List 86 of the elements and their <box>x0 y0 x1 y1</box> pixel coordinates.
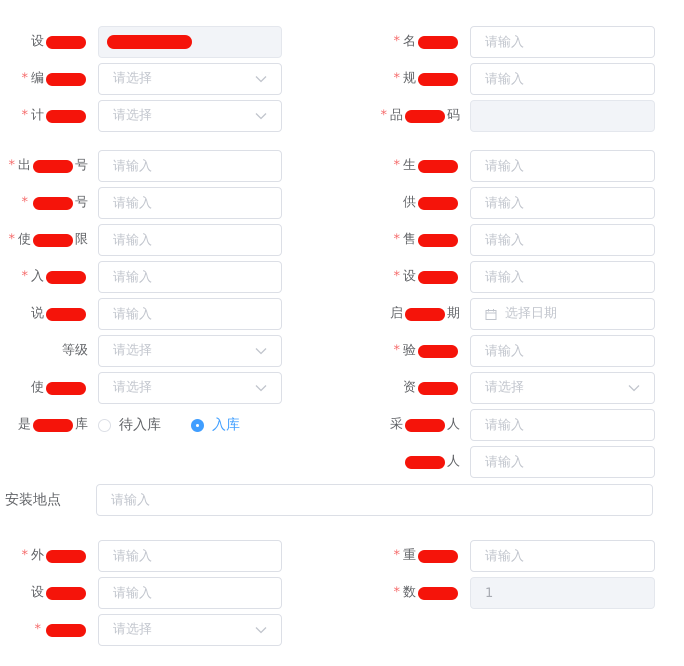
field-label: 外 <box>31 547 44 566</box>
calendar-icon <box>485 308 497 320</box>
required-asterisk: * <box>34 621 41 640</box>
field-label: 品 <box>390 107 403 126</box>
select-field[interactable]: 请选择 <box>98 335 282 367</box>
required-asterisk: * <box>22 547 28 566</box>
input-field[interactable]: 请输入 <box>98 577 282 609</box>
input-field[interactable]: 请输入 <box>470 26 655 58</box>
field-label: 资 <box>403 379 416 398</box>
field-label: 供 <box>403 194 416 212</box>
field-label: 是 <box>18 416 31 434</box>
required-asterisk: * <box>22 268 28 286</box>
input-field[interactable]: 请输入 <box>98 261 282 293</box>
required-asterisk: * <box>22 194 28 212</box>
required-asterisk: * <box>394 268 400 286</box>
field-label: 设 <box>403 268 416 286</box>
input-field[interactable]: 请输入 <box>98 150 282 182</box>
required-asterisk: * <box>380 107 387 126</box>
chevron-down-icon <box>255 626 267 634</box>
field-label: 重 <box>403 547 416 566</box>
field-label: 出 <box>18 157 31 176</box>
field-label: 安装地点 <box>5 490 62 510</box>
field-label: 计 <box>31 107 44 126</box>
input-field[interactable]: 请输入 <box>98 540 282 572</box>
chevron-down-icon <box>255 347 267 355</box>
required-asterisk: * <box>22 107 28 126</box>
input-field[interactable]: 请输入 <box>470 540 655 572</box>
input-field[interactable]: 请输入 <box>470 335 655 367</box>
required-asterisk: * <box>22 70 28 88</box>
field-label: 使 <box>31 379 44 398</box>
field-label: 数 <box>403 584 416 602</box>
field-label: 名 <box>403 33 416 52</box>
field-label: 人 <box>447 453 460 472</box>
radio-button[interactable] <box>191 418 204 432</box>
required-asterisk: * <box>8 157 15 176</box>
date-picker-field[interactable]: 选择日期 <box>470 298 655 330</box>
field-label: 编 <box>31 70 44 88</box>
radio-label[interactable]: 待入库 <box>119 414 161 436</box>
field-label: 号 <box>75 157 88 176</box>
input-field[interactable]: 请输入 <box>98 187 282 219</box>
field-label: 验 <box>403 342 416 360</box>
field-label: 人 <box>447 416 460 434</box>
input-field[interactable]: 请输入 <box>470 224 655 256</box>
field-label: 说 <box>31 305 44 324</box>
required-asterisk: * <box>394 547 400 566</box>
field-label: 号 <box>75 194 88 212</box>
input-field[interactable]: 请输入 <box>470 187 655 219</box>
required-asterisk: * <box>394 342 400 360</box>
select-field[interactable]: 请选择 <box>98 372 282 404</box>
field-label: 入 <box>31 268 44 286</box>
required-asterisk: * <box>394 584 400 602</box>
chevron-down-icon <box>255 75 267 83</box>
input-field[interactable]: 请输入 <box>470 63 655 95</box>
input-field[interactable]: 请输入 <box>470 409 655 441</box>
radio-label[interactable]: 入库 <box>212 414 240 436</box>
field-label: 启 <box>390 305 403 324</box>
required-asterisk: * <box>394 33 400 52</box>
input-field[interactable]: 请输入 <box>98 298 282 330</box>
field-label: 规 <box>403 70 416 88</box>
select-field[interactable]: 请选择 <box>470 372 655 404</box>
select-field[interactable]: 请选择 <box>98 614 282 646</box>
required-asterisk: * <box>394 157 400 176</box>
field-label: 期 <box>447 305 460 324</box>
required-asterisk: * <box>394 231 400 250</box>
chevron-down-icon <box>255 112 267 120</box>
input-field[interactable]: 请输入 <box>98 224 282 256</box>
field-label: 售 <box>403 231 416 250</box>
input-field[interactable]: 请输入 <box>470 261 655 293</box>
select-field[interactable]: 请选择 <box>98 63 282 95</box>
input-field[interactable]: 请输入 <box>96 484 653 516</box>
input-field[interactable]: 请输入 <box>470 446 655 478</box>
select-field[interactable]: 请选择 <box>98 100 282 132</box>
chevron-down-icon <box>255 384 267 392</box>
required-asterisk: * <box>8 231 15 250</box>
chevron-down-icon <box>628 384 640 392</box>
field-label: 使 <box>18 231 31 250</box>
input-field[interactable]: 请输入 <box>470 150 655 182</box>
field-label: 设 <box>31 33 44 52</box>
field-label: 限 <box>75 231 88 250</box>
field-label: 采 <box>390 416 403 434</box>
field-label: 库 <box>75 416 88 434</box>
required-asterisk: * <box>394 70 400 88</box>
field-label: 设 <box>31 584 44 602</box>
field-label: 生 <box>403 157 416 176</box>
field-label: 码 <box>447 107 460 126</box>
field-label: 等级 <box>62 342 88 360</box>
